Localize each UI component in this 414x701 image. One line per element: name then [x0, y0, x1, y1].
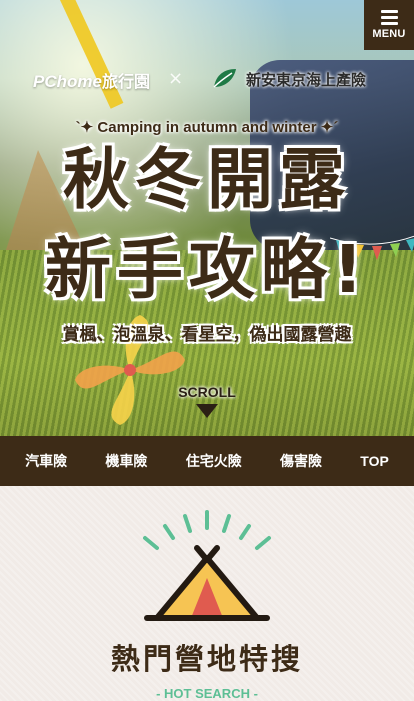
brand-row: PChome旅行園 × 新安東京海上產險 [0, 62, 414, 98]
sparkle-icon: `✦ [75, 119, 98, 136]
hot-search-section: 熱門營地特搜 - HOT SEARCH - [0, 486, 414, 701]
menu-label: MENU [372, 28, 406, 40]
pchome-logo-text: PChome [33, 72, 102, 91]
nav-item-home-fire-insurance[interactable]: 住宅火險 [186, 451, 242, 471]
brand-separator: × [168, 68, 184, 89]
tent-icon [143, 510, 271, 621]
hot-search-subtitle: - HOT SEARCH - [156, 686, 258, 701]
nav-item-car-insurance[interactable]: 汽車險 [25, 451, 67, 471]
hero-tagline-text: Camping in autumn and winter [97, 119, 317, 136]
sparkle-icon: ✦´ [316, 119, 339, 136]
hero-title-line1: 秋冬開露 [63, 141, 351, 218]
insurer-name: 新安東京海上產險 [246, 70, 367, 89]
insurer-leaf-icon [213, 69, 236, 88]
nav-item-accident-insurance[interactable]: 傷害險 [280, 451, 322, 471]
hamburger-icon [380, 10, 398, 25]
insurer-logo[interactable]: 新安東京海上產險 [202, 62, 388, 96]
pchome-logo-zh: 旅行園 [101, 74, 150, 91]
insurance-nav: 汽車險 機車險 住宅火險 傷害險 TOP [0, 436, 414, 486]
nav-item-top[interactable]: TOP [360, 453, 389, 469]
hero-title-line2: 新手攻略! [44, 231, 370, 308]
menu-button[interactable]: MENU [364, 0, 414, 50]
nav-item-scooter-insurance[interactable]: 機車險 [105, 451, 147, 471]
arrow-down-icon [196, 404, 218, 418]
hero-banner: PChome旅行園 × 新安東京海上產險 `✦ Camping in autum… [0, 0, 414, 436]
scroll-label: SCROLL [178, 384, 236, 400]
hero-tagline: `✦ Camping in autumn and winter ✦´ [0, 118, 414, 136]
scroll-indicator[interactable]: SCROLL [0, 384, 414, 418]
pchome-logo[interactable]: PChome旅行園 [33, 68, 150, 92]
hot-search-title: 熱門營地特搜 [110, 642, 303, 676]
hero-subtitle: 賞楓、泡溫泉、看星空，偽出國露營趣 [62, 325, 352, 345]
